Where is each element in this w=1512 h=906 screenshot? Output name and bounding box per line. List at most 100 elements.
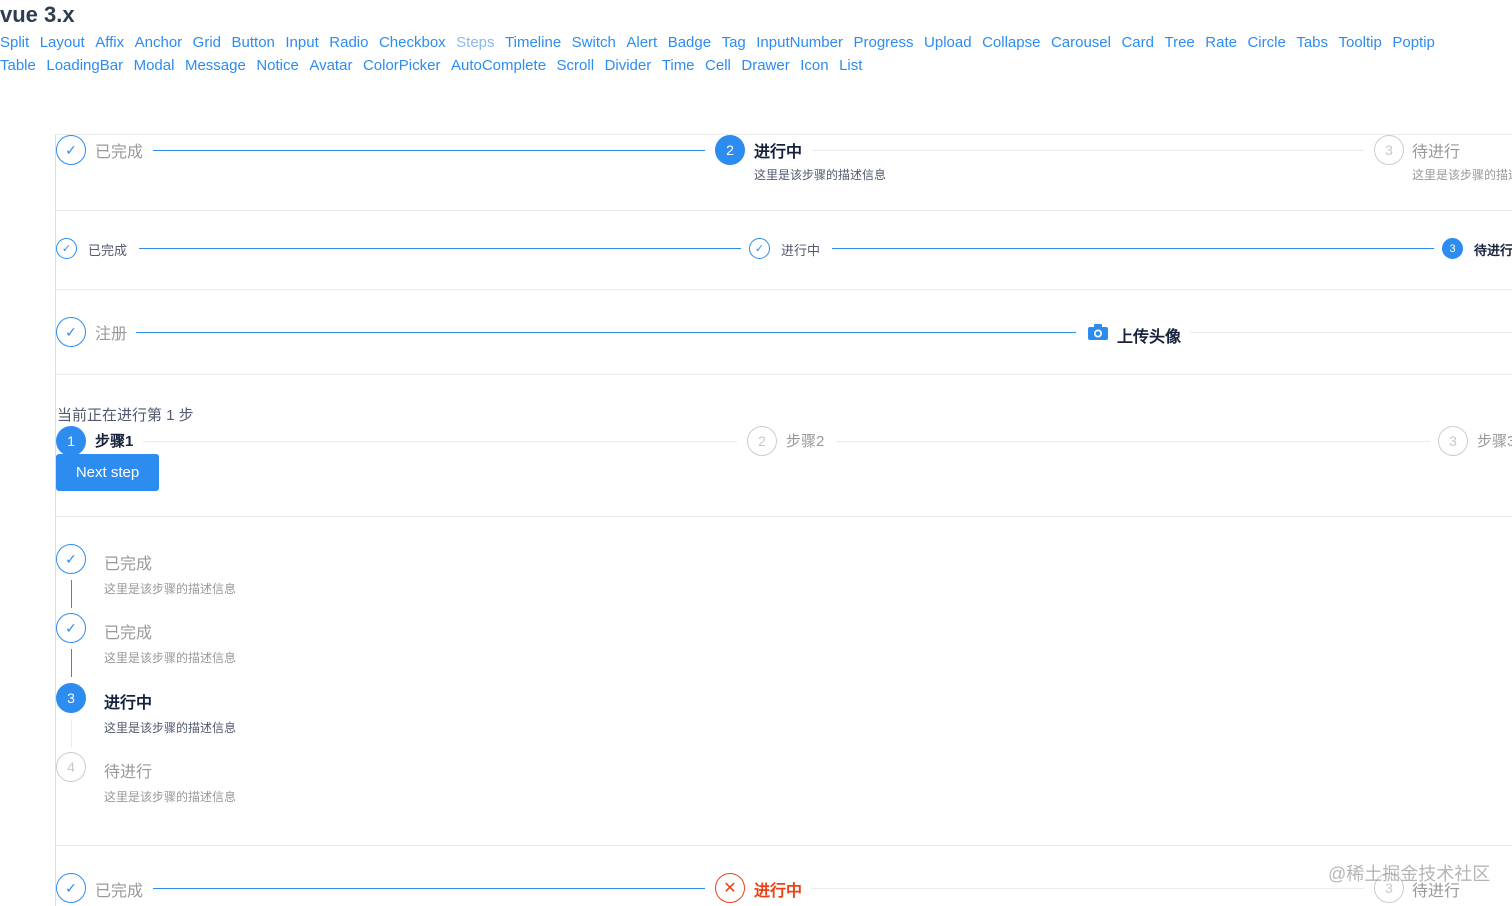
page-title: vue 3.x	[0, 2, 75, 27]
step-number-icon: 1	[56, 426, 86, 456]
nav-link-tag[interactable]: Tag	[722, 34, 746, 51]
step-number-icon: 2	[747, 426, 777, 456]
nav-link-anchor[interactable]: Anchor	[135, 34, 183, 51]
nav-link-poptip[interactable]: Poptip	[1392, 34, 1435, 51]
nav-link-rate[interactable]: Rate	[1205, 34, 1237, 51]
step-description: 这里是该步骤的描述信息	[104, 721, 237, 735]
step-description: 这里是该步骤的描述信息	[104, 582, 237, 596]
step-tail	[812, 150, 1364, 151]
nav-link-checkbox[interactable]: Checkbox	[379, 34, 446, 51]
nav-link-inputnumber[interactable]: InputNumber	[756, 34, 843, 51]
step-tail	[153, 888, 705, 889]
step-number-icon: 4	[56, 752, 86, 782]
step-title: 已完成	[104, 556, 153, 573]
step-title: 已完成	[88, 243, 128, 258]
nav-link-grid[interactable]: Grid	[193, 34, 221, 51]
next-step-button[interactable]: Next step	[56, 454, 159, 491]
nav-link-button[interactable]: Button	[232, 34, 275, 51]
nav-link-tooltip[interactable]: Tooltip	[1339, 34, 1382, 51]
step-title: 已完成	[104, 625, 153, 642]
nav-link-avatar[interactable]: Avatar	[309, 57, 352, 74]
step-title: 进行中	[781, 243, 821, 258]
check-icon: ✓	[56, 613, 86, 643]
nav-link-table[interactable]: Table	[0, 57, 36, 74]
nav-link-notice[interactable]: Notice	[256, 57, 299, 74]
section-divider	[55, 845, 1512, 846]
check-icon: ✓	[56, 317, 86, 347]
step-title: 待进行	[1412, 144, 1461, 161]
step-tail	[812, 888, 1364, 889]
nav-link-badge[interactable]: Badge	[668, 34, 711, 51]
section-divider	[55, 210, 1512, 211]
step-description: 这里是该步骤的描述信息	[1412, 168, 1512, 182]
nav-link-cell[interactable]: Cell	[705, 57, 731, 74]
step-number-icon: 3	[1442, 238, 1463, 259]
nav-link-layout[interactable]: Layout	[40, 34, 85, 51]
nav-link-timeline[interactable]: Timeline	[505, 34, 561, 51]
camera-icon	[1088, 324, 1108, 340]
check-icon: ✓	[749, 238, 770, 259]
nav-link-list[interactable]: List	[839, 57, 862, 74]
step-tail	[71, 580, 72, 608]
check-icon: ✓	[56, 135, 86, 165]
step-tail	[71, 649, 72, 677]
step-title: 已完成	[95, 144, 144, 161]
step-title: 进行中	[754, 883, 803, 900]
nav-link-upload[interactable]: Upload	[924, 34, 972, 51]
step-title: 步骤2	[786, 433, 825, 450]
step-title: 进行中	[104, 695, 153, 712]
step-number-icon: 3	[1438, 426, 1468, 456]
step-tail	[143, 441, 737, 442]
nav-link-carousel[interactable]: Carousel	[1051, 34, 1111, 51]
nav-link-card[interactable]: Card	[1121, 34, 1154, 51]
close-icon: ✕	[715, 873, 745, 903]
step-description: 这里是该步骤的描述信息	[104, 651, 237, 665]
check-icon: ✓	[56, 238, 77, 259]
nav-link-radio[interactable]: Radio	[329, 34, 368, 51]
nav-link-alert[interactable]: Alert	[626, 34, 657, 51]
nav-link-progress[interactable]: Progress	[853, 34, 913, 51]
nav-link-divider[interactable]: Divider	[605, 57, 652, 74]
step-title: 待进行	[104, 764, 153, 781]
nav-link-icon[interactable]: Icon	[800, 57, 828, 74]
step-tail	[136, 332, 1076, 333]
step-tail	[836, 441, 1430, 442]
step-tail	[1190, 332, 1512, 333]
step-tail	[832, 248, 1434, 249]
step-number-icon: 2	[715, 135, 745, 165]
step-title: 已完成	[95, 883, 144, 900]
demo-top-border	[55, 134, 1512, 135]
nav-link-tree[interactable]: Tree	[1164, 34, 1194, 51]
step-title: 步骤3	[1477, 433, 1512, 450]
check-icon: ✓	[56, 873, 86, 903]
nav-link-split[interactable]: Split	[0, 34, 29, 51]
nav-link-message[interactable]: Message	[185, 57, 246, 74]
nav-link-time[interactable]: Time	[662, 57, 695, 74]
step-title: 上传头像	[1117, 329, 1182, 346]
step-tail	[153, 150, 705, 151]
step-description: 这里是该步骤的描述信息	[104, 790, 237, 804]
nav-link-loadingbar[interactable]: LoadingBar	[46, 57, 123, 74]
nav-link-collapse[interactable]: Collapse	[982, 34, 1040, 51]
section-divider	[55, 374, 1512, 375]
nav-link-colorpicker[interactable]: ColorPicker	[363, 57, 441, 74]
step-title: 步骤1	[95, 433, 134, 450]
nav-link-steps[interactable]: Steps	[456, 34, 494, 51]
nav-link-circle[interactable]: Circle	[1247, 34, 1285, 51]
watermark: @稀土掘金技术社区	[1328, 864, 1491, 884]
nav-link-input[interactable]: Input	[285, 34, 318, 51]
nav-link-switch[interactable]: Switch	[572, 34, 616, 51]
nav-link-tabs[interactable]: Tabs	[1296, 34, 1328, 51]
nav-row-1: Split Layout Affix Anchor Grid Button Input Rad…	[0, 34, 1445, 51]
nav-link-drawer[interactable]: Drawer	[741, 57, 789, 74]
nav-link-affix[interactable]: Affix	[95, 34, 124, 51]
step-tail	[71, 719, 72, 747]
nav-link-autocomplete[interactable]: AutoComplete	[451, 57, 546, 74]
check-icon: ✓	[56, 544, 86, 574]
nav-link-modal[interactable]: Modal	[134, 57, 175, 74]
step-description: 这里是该步骤的描述信息	[754, 168, 887, 182]
step-title: 进行中	[754, 144, 803, 161]
nav-link-scroll[interactable]: Scroll	[557, 57, 595, 74]
section-divider	[55, 516, 1512, 517]
nav-row-2: Table LoadingBar Modal Message Notice Avatar C…	[0, 57, 873, 74]
